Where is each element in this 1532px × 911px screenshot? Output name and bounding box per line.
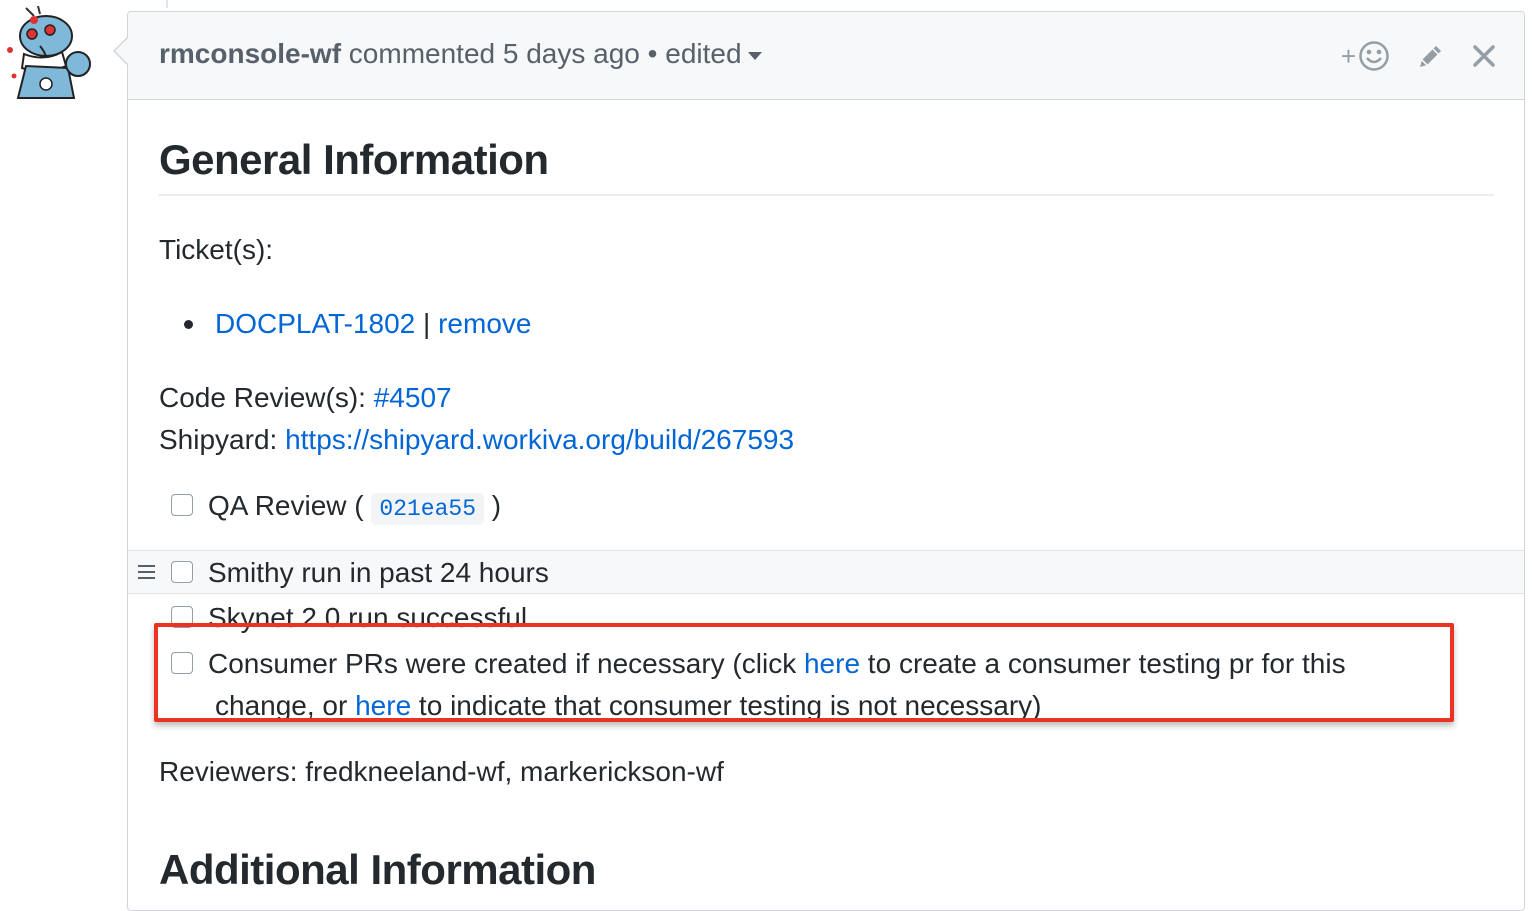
edited-label: edited	[657, 38, 742, 69]
code-review-link[interactable]: #4507	[374, 382, 452, 413]
shipyard-line: Shipyard: https://shipyard.workiva.org/b…	[159, 424, 794, 456]
ticket-link[interactable]: DOCPLAT-1802	[215, 308, 415, 339]
list-bullet	[184, 320, 193, 329]
robot-avatar-icon	[7, 5, 91, 99]
task-checkbox-qa-review[interactable]	[171, 494, 193, 516]
shipyard-link[interactable]: https://shipyard.workiva.org/build/26759…	[285, 424, 794, 455]
timeline-line	[166, 0, 168, 8]
task-label: Smithy run in past 24 hours	[208, 557, 549, 588]
ticket-remove-link[interactable]: remove	[438, 308, 531, 339]
comment-header: rmconsole-wf commented 5 days ago • edit…	[128, 12, 1524, 100]
smiley-icon	[1359, 41, 1389, 71]
comment-action-text: commented 5 days ago	[341, 38, 648, 69]
delete-comment-button[interactable]	[1472, 44, 1496, 68]
edit-comment-button[interactable]	[1416, 41, 1446, 71]
comment-body: General Information Ticket(s): DOCPLAT-1…	[128, 100, 1524, 910]
task-label: QA Review ( 021ea55 )	[208, 490, 502, 525]
edited-dropdown[interactable]: edited	[657, 38, 762, 69]
comment-pointer-inner	[115, 38, 128, 64]
ticket-list-item: DOCPLAT-1802 | remove	[215, 308, 531, 340]
highlight-annotation-box	[154, 623, 1454, 722]
drag-handle-icon[interactable]	[138, 565, 155, 583]
shipyard-label: Shipyard:	[159, 424, 286, 455]
comment-box: rmconsole-wf commented 5 days ago • edit…	[127, 11, 1525, 911]
add-reaction-button[interactable]: +	[1341, 40, 1390, 72]
tickets-label: Ticket(s):	[159, 234, 274, 265]
heading-additional-information: Additional Information	[159, 846, 596, 893]
separator-dot: •	[647, 38, 658, 69]
ticket-separator: |	[415, 308, 439, 339]
heading-general-information: General Information	[159, 136, 549, 183]
avatar[interactable]	[4, 5, 96, 100]
pencil-icon	[1420, 46, 1441, 67]
commit-sha-code[interactable]: 021ea55	[371, 493, 485, 525]
author-link[interactable]: rmconsole-wf	[159, 38, 341, 69]
close-icon	[1473, 45, 1495, 67]
code-review-label: Code Review(s):	[159, 382, 374, 413]
chevron-down-icon	[747, 51, 762, 60]
task-text: )	[484, 490, 502, 521]
heading-divider	[159, 194, 1494, 196]
plus-label: +	[1340, 40, 1356, 71]
code-review-line: Code Review(s): #4507	[159, 382, 452, 414]
comment-actions: +	[1341, 36, 1496, 76]
task-checkbox-smithy[interactable]	[171, 561, 193, 583]
task-text: QA Review (	[208, 490, 372, 521]
reviewers-line: Reviewers: fredkneeland-wf, markerickson…	[159, 756, 724, 787]
task-item: QA Review ( 021ea55 )	[128, 484, 1524, 528]
comment-meta: rmconsole-wf commented 5 days ago • edit…	[159, 38, 762, 70]
task-item: Smithy run in past 24 hours	[128, 550, 1524, 594]
